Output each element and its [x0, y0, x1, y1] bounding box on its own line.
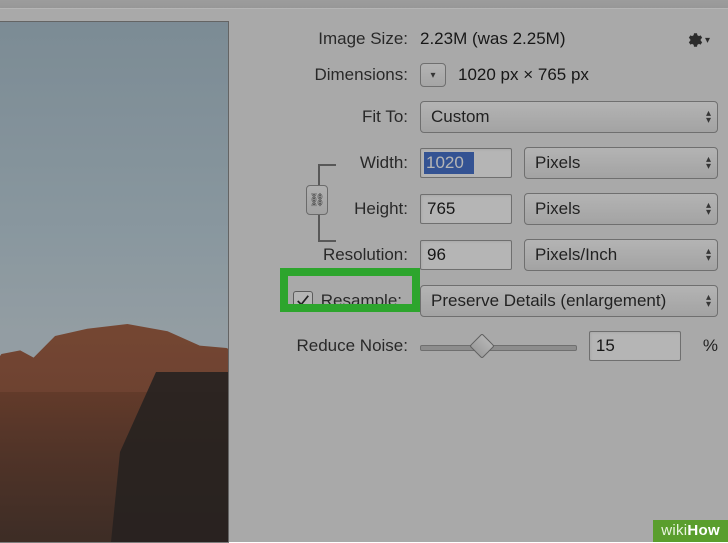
updown-icon: ▴▾: [706, 110, 711, 124]
dimensions-unit-toggle[interactable]: ▾: [420, 63, 446, 87]
updown-icon: ▴▾: [706, 294, 711, 308]
resample-label: Resample:: [321, 291, 402, 311]
fit-to-select[interactable]: Custom ▴▾: [420, 101, 718, 133]
height-unit-select[interactable]: Pixels ▴▾: [524, 193, 718, 225]
dimensions-label: Dimensions:: [258, 65, 408, 85]
image-size-label: Image Size:: [258, 29, 408, 49]
updown-icon: ▴▾: [706, 248, 711, 262]
image-size-dialog: ▾ Image Size: 2.23M (was 2.25M) Dimensio…: [0, 8, 728, 542]
image-size-value: 2.23M (was 2.25M): [420, 29, 566, 49]
resolution-input[interactable]: [420, 240, 512, 270]
slider-thumb[interactable]: [469, 333, 494, 358]
reduce-noise-slider[interactable]: [420, 336, 577, 356]
link-icon: ⛓: [309, 192, 326, 208]
watermark-prefix: wiki: [661, 522, 687, 539]
fit-to-value: Custom: [431, 107, 490, 127]
resolution-unit-value: Pixels/Inch: [535, 245, 617, 265]
width-unit-value: Pixels: [535, 153, 580, 173]
slider-track: [420, 345, 577, 351]
resample-method-select[interactable]: Preserve Details (enlargement) ▴▾: [420, 285, 718, 317]
resolution-label: Resolution:: [258, 245, 408, 265]
reduce-noise-label: Reduce Noise:: [258, 336, 408, 356]
wikihow-watermark: wikiHow: [653, 520, 728, 542]
fit-to-label: Fit To:: [258, 107, 408, 127]
watermark-suffix: How: [687, 522, 720, 539]
resample-method-value: Preserve Details (enlargement): [431, 291, 666, 311]
chevron-down-icon: ▾: [430, 70, 435, 81]
height-unit-value: Pixels: [535, 199, 580, 219]
updown-icon: ▴▾: [706, 202, 711, 216]
reduce-noise-input[interactable]: [589, 331, 681, 361]
height-input[interactable]: [420, 194, 512, 224]
constrain-proportions-button[interactable]: ⛓: [306, 185, 328, 215]
width-unit-select[interactable]: Pixels ▴▾: [524, 147, 718, 179]
check-icon: [296, 294, 310, 308]
resolution-unit-select[interactable]: Pixels/Inch ▴▾: [524, 239, 718, 271]
image-preview[interactable]: [0, 21, 229, 543]
resample-checkbox[interactable]: [293, 291, 313, 311]
updown-icon: ▴▾: [706, 156, 711, 170]
width-input-wrap: 1020: [420, 148, 512, 178]
width-input-seltext: 1020: [426, 148, 464, 178]
controls-panel: Image Size: 2.23M (was 2.25M) Dimensions…: [258, 21, 718, 375]
dimensions-value: 1020 px × 765 px: [458, 65, 589, 85]
percent-label: %: [703, 336, 718, 356]
